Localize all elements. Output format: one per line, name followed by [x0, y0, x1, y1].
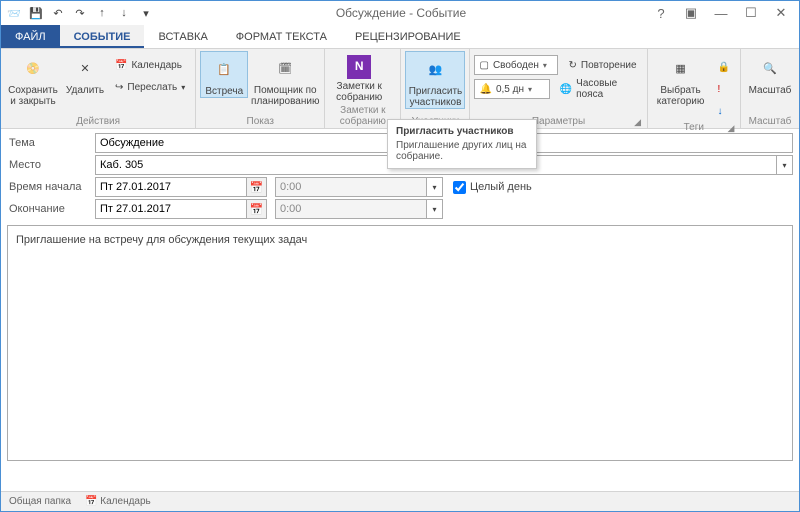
status-bar: Общая папка 📅 Календарь — [1, 491, 799, 511]
reminder-combo[interactable]: 🔔0,5 дн▾ — [474, 79, 549, 99]
tooltip-title: Пригласить участников — [396, 126, 528, 137]
close-button[interactable]: ✕ — [767, 3, 795, 23]
categorize-button[interactable]: ▦ Выбрать категорию — [652, 51, 710, 107]
zoom-button[interactable]: 🔍 Масштаб — [745, 51, 795, 96]
delete-icon: ✕ — [71, 55, 99, 83]
invite-attendees-tooltip: Пригласить участников Приглашение других… — [387, 119, 537, 169]
params-launcher[interactable]: ◢ — [633, 117, 643, 127]
tab-event[interactable]: СОБЫТИЕ — [60, 25, 145, 48]
window-title: Обсуждение - Событие — [155, 6, 647, 20]
qat-down-icon[interactable]: ↓ — [115, 4, 133, 22]
tab-format[interactable]: ФОРМАТ ТЕКСТА — [222, 25, 341, 48]
lock-icon: 🔒 — [718, 62, 730, 73]
meeting-icon: 📋 — [210, 56, 238, 84]
scheduling-assistant-button[interactable]: 🗓 Помощник по планированию — [250, 51, 320, 107]
start-date-picker[interactable]: 📅 — [247, 177, 267, 197]
calendar-icon: 📅 — [85, 496, 97, 507]
event-body-editor[interactable]: Приглашение на встречу для обсуждения те… — [7, 225, 793, 461]
free-icon: ▢ — [479, 60, 488, 71]
tab-file[interactable]: ФАЙЛ — [1, 25, 60, 48]
meeting-button[interactable]: 📋 Встреча — [200, 51, 248, 98]
timezones-button[interactable]: 🌐Часовые пояса — [554, 79, 643, 99]
end-time-dropdown[interactable]: ▾ — [427, 199, 443, 219]
show-as-combo[interactable]: ▢Свободен▾ — [474, 55, 558, 75]
scheduling-icon: 🗓 — [271, 55, 299, 83]
end-label: Окончание — [7, 203, 95, 215]
delete-button[interactable]: ✕ Удалить — [63, 51, 107, 96]
minimize-button[interactable]: — — [707, 3, 735, 23]
ribbon-tabs: ФАЙЛ СОБЫТИЕ ВСТАВКА ФОРМАТ ТЕКСТА РЕЦЕН… — [1, 25, 799, 49]
maximize-button[interactable]: ☐ — [737, 3, 765, 23]
globe-icon: 🌐 — [560, 84, 572, 95]
group-tags-label: Теги◢ — [652, 121, 736, 134]
calendar-icon: 📅 — [250, 181, 264, 194]
tags-launcher[interactable]: ◢ — [726, 123, 736, 133]
forward-icon: ↪ — [115, 82, 123, 93]
qat-undo-icon[interactable]: ↶ — [49, 4, 67, 22]
qat-send-icon[interactable]: 📨 — [5, 4, 23, 22]
tab-review[interactable]: РЕЦЕНЗИРОВАНИЕ — [341, 25, 475, 48]
status-calendar: 📅 Календарь — [85, 496, 151, 507]
ribbon: 📀 Сохранить и закрыть ✕ Удалить 📅Календа… — [1, 49, 799, 129]
zoom-icon: 🔍 — [756, 55, 784, 83]
forward-button[interactable]: ↪Переслать▾ — [109, 77, 191, 97]
bell-icon: 🔔 — [479, 84, 491, 95]
low-importance-button[interactable]: ↓ — [712, 101, 736, 121]
end-date-input[interactable] — [95, 199, 247, 219]
onenote-icon: N — [347, 55, 371, 79]
tooltip-text: Приглашение других лиц на собрание. — [396, 140, 528, 162]
start-time-dropdown[interactable]: ▾ — [427, 177, 443, 197]
location-dropdown[interactable]: ▾ — [777, 155, 793, 175]
invite-attendees-button[interactable]: 👥 Пригласить участников — [405, 51, 465, 109]
tab-insert[interactable]: ВСТАВКА — [144, 25, 221, 48]
end-date-picker[interactable]: 📅 — [247, 199, 267, 219]
recurrence-icon: ↻ — [568, 60, 576, 71]
qat-up-icon[interactable]: ↑ — [93, 4, 111, 22]
importance-high-icon: ! — [718, 84, 721, 95]
qat-customize-icon[interactable]: ▾ — [137, 4, 155, 22]
high-importance-button[interactable]: ! — [712, 79, 736, 99]
all-day-checkbox[interactable] — [453, 181, 466, 194]
subject-label: Тема — [7, 137, 95, 149]
calendar-icon: 📅 — [115, 60, 127, 71]
calendar-button[interactable]: 📅Календарь — [109, 55, 191, 75]
group-actions-label: Действия — [5, 115, 191, 128]
calendar-icon: 📅 — [250, 203, 264, 216]
group-show-label: Показ — [200, 115, 320, 128]
start-date-input[interactable] — [95, 177, 247, 197]
save-close-icon: 📀 — [19, 55, 47, 83]
end-time-input[interactable] — [275, 199, 427, 219]
save-and-close-button[interactable]: 📀 Сохранить и закрыть — [5, 51, 61, 107]
location-label: Место — [7, 159, 95, 171]
status-folder: Общая папка — [9, 496, 71, 507]
onenote-button[interactable]: N Заметки к собранию — [329, 51, 389, 103]
all-day-label: Целый день — [470, 181, 532, 193]
qat-save-icon[interactable]: 💾 — [27, 4, 45, 22]
start-time-input[interactable] — [275, 177, 427, 197]
help-button[interactable]: ? — [647, 3, 675, 23]
group-zoom-label: Масштаб — [745, 115, 795, 128]
invite-icon: 👥 — [421, 56, 449, 84]
ribbon-toggle-button[interactable]: ▣ — [677, 3, 705, 23]
private-button[interactable]: 🔒 — [712, 57, 736, 77]
start-label: Время начала — [7, 181, 95, 193]
categorize-icon: ▦ — [667, 55, 695, 83]
qat-redo-icon[interactable]: ↷ — [71, 4, 89, 22]
importance-low-icon: ↓ — [718, 106, 723, 117]
recurrence-button[interactable]: ↻Повторение — [562, 55, 642, 75]
